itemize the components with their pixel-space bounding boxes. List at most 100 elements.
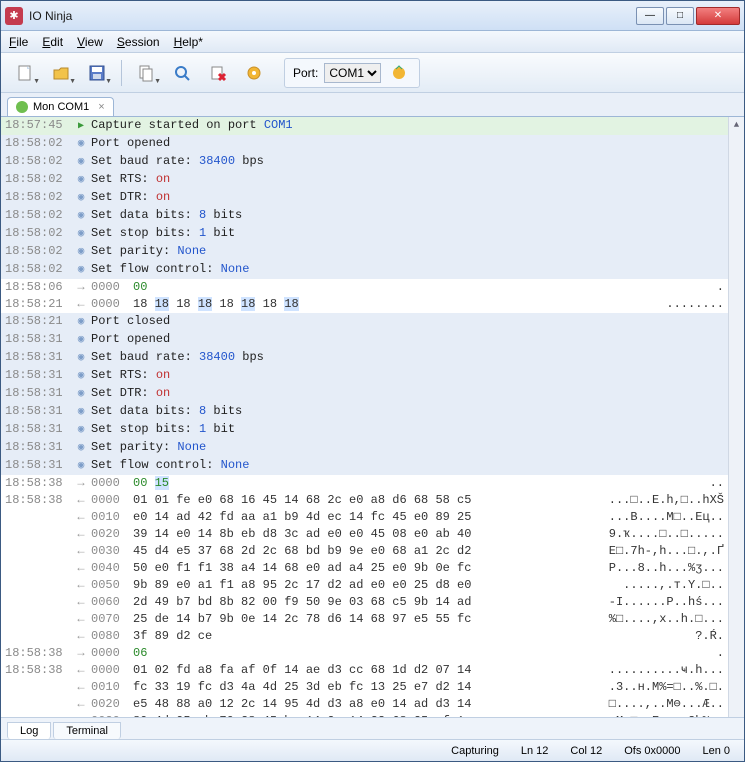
menu-session[interactable]: Session (117, 35, 160, 49)
log-line[interactable]: 0060 2d 49 b7 bd 8b 82 00 f9 50 9e 03 68… (1, 594, 744, 611)
tab-terminal[interactable]: Terminal (53, 722, 121, 739)
log-line[interactable]: 0020 39 14 e0 14 8b eb d8 3c ad e0 e0 45… (1, 526, 744, 543)
log-line[interactable]: 18:58:31 Set RTS: on (1, 367, 744, 385)
log-text: Set data bits: 8 bits (91, 207, 242, 225)
log-line[interactable]: 0010 fc 33 19 fc d3 4a 4d 25 3d eb fc 13… (1, 679, 744, 696)
close-button[interactable]: ✕ (696, 7, 740, 25)
menu-help[interactable]: Help* (174, 35, 203, 49)
log-line[interactable]: 18:57:45 Capture started on port COM1 (1, 117, 744, 135)
info-icon (71, 261, 91, 279)
minimize-button[interactable]: — (636, 7, 664, 25)
new-button[interactable]: ▼ (9, 58, 41, 88)
info-icon (71, 189, 91, 207)
log-line[interactable]: 18:58:31 Set stop bits: 1 bit (1, 421, 744, 439)
log-line[interactable]: 0070 25 de 14 b7 9b 0e 14 2c 78 d6 14 68… (1, 611, 744, 628)
ascii-dump: .....,.т.Y.□.. (623, 577, 744, 594)
menu-view[interactable]: View (77, 35, 103, 49)
hex-offset: 0070 (91, 611, 133, 628)
log-line[interactable]: 18:58:31 Set DTR: on (1, 385, 744, 403)
ascii-dump: 9.ҡ....□..□..... (609, 526, 744, 543)
log-line[interactable]: 18:58:38 0000 00 15.. (1, 475, 744, 492)
log-text: Set DTR: on (91, 385, 170, 403)
log-text: Set data bits: 8 bits (91, 403, 242, 421)
menu-edit[interactable]: Edit (42, 35, 63, 49)
capture-button[interactable] (387, 62, 411, 84)
rx-arrow-icon (71, 526, 91, 543)
ascii-dump: .3..н.M%=□..%.□. (609, 679, 744, 696)
bottom-tabs: Log Terminal (1, 717, 744, 739)
save-button[interactable]: ▼ (81, 58, 113, 88)
timestamp: 18:58:31 (5, 403, 71, 421)
log-text: Capture started on port COM1 (91, 117, 293, 135)
log-area[interactable]: ▲ 18:57:45 Capture started on port COM11… (1, 117, 744, 717)
log-line[interactable]: 18:58:38 0000 01 02 fd a8 fa af 0f 14 ae… (1, 662, 744, 679)
log-line[interactable]: 0010 e0 14 ad 42 fd aa a1 b9 4d ec 14 fc… (1, 509, 744, 526)
tab-log[interactable]: Log (7, 722, 51, 739)
port-select[interactable]: COM1 (324, 63, 381, 83)
tab-close-icon[interactable]: × (98, 101, 104, 113)
status-ofs: Ofs 0x0000 (624, 745, 680, 757)
scroll-up-icon[interactable]: ▲ (729, 117, 744, 133)
find-button[interactable] (166, 58, 198, 88)
timestamp: 18:58:31 (5, 331, 71, 349)
rx-arrow-icon (71, 509, 91, 526)
log-line[interactable]: 18:58:38 0000 01 01 fe e0 68 16 45 14 68… (1, 492, 744, 509)
titlebar: ✱ IO Ninja — □ ✕ (1, 1, 744, 31)
log-line[interactable]: 0030 89 4d 95 eb 70 38 45 be 14 2c 14 33… (1, 713, 744, 717)
log-line[interactable]: 18:58:31 Port opened (1, 331, 744, 349)
log-line[interactable]: 0080 3f 89 d2 ce?.Ŕ. (1, 628, 744, 645)
menu-file[interactable]: File (9, 35, 28, 49)
hex-bytes: 2d 49 b7 bd 8b 82 00 f9 50 9e 03 68 c5 9… (133, 594, 471, 611)
log-line[interactable]: 18:58:02 Set data bits: 8 bits (1, 207, 744, 225)
settings-button[interactable] (238, 58, 270, 88)
log-line[interactable]: 18:58:31 Set parity: None (1, 439, 744, 457)
log-line[interactable]: 18:58:21 0000 18 18 18 18 18 18 18 18...… (1, 296, 744, 313)
info-icon (71, 135, 91, 153)
log-text: Set parity: None (91, 439, 206, 457)
log-line[interactable]: 0020 e5 48 88 a0 12 2c 14 95 4d d3 a8 e0… (1, 696, 744, 713)
rx-arrow-icon (71, 492, 91, 509)
info-icon (71, 457, 91, 475)
open-button[interactable]: ▼ (45, 58, 77, 88)
log-line[interactable]: 18:58:02 Set parity: None (1, 243, 744, 261)
hex-offset: 0010 (91, 679, 133, 696)
log-line[interactable]: 0030 45 d4 e5 37 68 2d 2c 68 bd b9 9e e0… (1, 543, 744, 560)
tab-icon (16, 101, 28, 113)
log-line[interactable]: 18:58:02 Set stop bits: 1 bit (1, 225, 744, 243)
log-text: Set DTR: on (91, 189, 170, 207)
rx-arrow-icon (71, 713, 91, 717)
port-label: Port: (293, 66, 318, 80)
log-line[interactable]: 18:58:02 Set baud rate: 38400 bps (1, 153, 744, 171)
log-text: Set stop bits: 1 bit (91, 421, 235, 439)
log-line[interactable]: 18:58:31 Set data bits: 8 bits (1, 403, 744, 421)
log-line[interactable]: 0040 50 e0 f1 f1 38 a4 14 68 e0 ad a4 25… (1, 560, 744, 577)
log-line[interactable]: 18:58:02 Port opened (1, 135, 744, 153)
timestamp: 18:58:21 (5, 313, 71, 331)
toolbar: ▼ ▼ ▼ ▼ Port: COM1 (1, 53, 744, 93)
ascii-dump: %□....,x..h.□... (609, 611, 744, 628)
timestamp: 18:58:38 (5, 492, 71, 509)
clear-button[interactable] (202, 58, 234, 88)
log-line[interactable]: 18:58:31 Set flow control: None (1, 457, 744, 475)
ascii-dump: .M.□..E..,.3h%.. (609, 713, 744, 717)
log-line[interactable]: 18:58:38 0000 06. (1, 645, 744, 662)
log-line[interactable]: 18:58:31 Set baud rate: 38400 bps (1, 349, 744, 367)
timestamp: 18:58:31 (5, 349, 71, 367)
log-text: Set parity: None (91, 243, 206, 261)
log-line[interactable]: 18:58:21 Port closed (1, 313, 744, 331)
copy-button[interactable]: ▼ (130, 58, 162, 88)
timestamp: 18:57:45 (5, 117, 71, 135)
tab-mon-com1[interactable]: Mon COM1 × (7, 97, 114, 116)
log-line[interactable]: 0050 9b 89 e0 a1 f1 a8 95 2c 17 d2 ad e0… (1, 577, 744, 594)
log-text: Port opened (91, 331, 170, 349)
hex-offset: 0020 (91, 696, 133, 713)
ascii-dump: □....,..M⊖...Æ.. (609, 696, 744, 713)
scrollbar[interactable]: ▲ (728, 117, 744, 717)
timestamp: 18:58:02 (5, 171, 71, 189)
log-line[interactable]: 18:58:02 Set RTS: on (1, 171, 744, 189)
log-line[interactable]: 18:58:06 0000 00. (1, 279, 744, 296)
hex-offset: 0000 (91, 475, 133, 492)
maximize-button[interactable]: □ (666, 7, 694, 25)
log-line[interactable]: 18:58:02 Set flow control: None (1, 261, 744, 279)
log-line[interactable]: 18:58:02 Set DTR: on (1, 189, 744, 207)
